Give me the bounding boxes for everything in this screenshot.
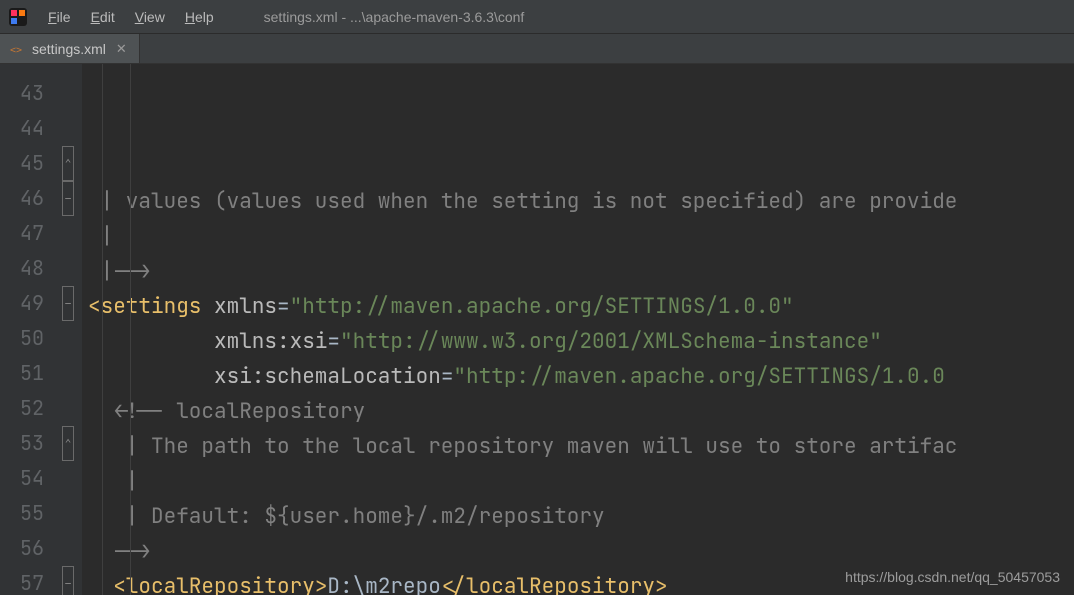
fold-open-icon[interactable]: −	[62, 286, 74, 321]
line-number: 51	[0, 356, 56, 391]
editor[interactable]: 434445464748495051525354555657 ⌃−−⌃− | v…	[0, 64, 1074, 595]
tab-label: settings.xml	[32, 41, 106, 57]
fold-slot	[56, 391, 80, 426]
line-number: 47	[0, 216, 56, 251]
fold-close-icon[interactable]: ⌃	[62, 146, 74, 181]
tab-bar: <> settings.xml ✕	[0, 34, 1074, 64]
menubar: FileEditViewHelp settings.xml - ...\apac…	[0, 0, 1074, 34]
line-number: 44	[0, 111, 56, 146]
code-line[interactable]: |	[88, 464, 1074, 499]
fold-open-icon[interactable]: −	[62, 566, 74, 595]
line-number: 56	[0, 531, 56, 566]
menu-file[interactable]: File	[38, 5, 81, 29]
menu-edit[interactable]: Edit	[81, 5, 125, 29]
fold-open-icon[interactable]: −	[62, 181, 74, 216]
line-number: 52	[0, 391, 56, 426]
watermark: https://blog.csdn.net/qq_50457053	[845, 569, 1060, 585]
fold-slot[interactable]: −	[56, 181, 80, 216]
line-number: 45	[0, 146, 56, 181]
fold-gutter[interactable]: ⌃−−⌃−	[56, 64, 80, 595]
code-line[interactable]: <settings xmlns="http://maven.apache.org…	[88, 289, 1074, 324]
line-number: 48	[0, 251, 56, 286]
fold-slot	[56, 111, 80, 146]
indent-guide	[130, 64, 131, 595]
fold-slot	[56, 76, 80, 111]
menu-help[interactable]: Help	[175, 5, 224, 29]
fold-slot[interactable]: −	[56, 566, 80, 595]
code-line[interactable]: | The path to the local repository maven…	[88, 429, 1074, 464]
line-number: 55	[0, 496, 56, 531]
code-line[interactable]: <!-- localRepository	[88, 394, 1074, 429]
line-number: 49	[0, 286, 56, 321]
code-line[interactable]: xmlns:xsi="http://www.w3.org/2001/XMLSch…	[88, 324, 1074, 359]
line-number-gutter: 434445464748495051525354555657	[0, 64, 56, 595]
menu-view[interactable]: View	[125, 5, 175, 29]
line-number: 54	[0, 461, 56, 496]
code-line[interactable]: | values (values used when the setting i…	[88, 184, 1074, 219]
code-line[interactable]: -->	[88, 534, 1074, 569]
window-title: settings.xml - ...\apache-maven-3.6.3\co…	[264, 9, 525, 25]
fold-slot	[56, 496, 80, 531]
xml-file-icon: <>	[10, 42, 26, 56]
code-line[interactable]: | Default: ${user.home}/.m2/repository	[88, 499, 1074, 534]
fold-close-icon[interactable]: ⌃	[62, 426, 74, 461]
fold-slot	[56, 356, 80, 391]
indent-guide	[102, 64, 103, 595]
fold-slot	[56, 251, 80, 286]
line-number: 53	[0, 426, 56, 461]
line-number: 46	[0, 181, 56, 216]
fold-slot	[56, 531, 80, 566]
code-line[interactable]: |-->	[88, 254, 1074, 289]
fold-slot	[56, 321, 80, 356]
code-line[interactable]: xsi:schemaLocation="http://maven.apache.…	[88, 359, 1074, 394]
close-icon[interactable]: ✕	[116, 42, 127, 55]
fold-slot[interactable]: ⌃	[56, 426, 80, 461]
fold-slot[interactable]: ⌃	[56, 146, 80, 181]
app-icon	[8, 7, 28, 27]
line-number: 43	[0, 76, 56, 111]
tab-settings-xml[interactable]: <> settings.xml ✕	[0, 34, 140, 63]
fold-slot[interactable]: −	[56, 286, 80, 321]
line-number: 57	[0, 566, 56, 595]
fold-slot	[56, 216, 80, 251]
code-area[interactable]: | values (values used when the setting i…	[82, 64, 1074, 595]
svg-text:<>: <>	[10, 45, 22, 55]
fold-slot	[56, 461, 80, 496]
line-number: 50	[0, 321, 56, 356]
code-line[interactable]: |	[88, 219, 1074, 254]
